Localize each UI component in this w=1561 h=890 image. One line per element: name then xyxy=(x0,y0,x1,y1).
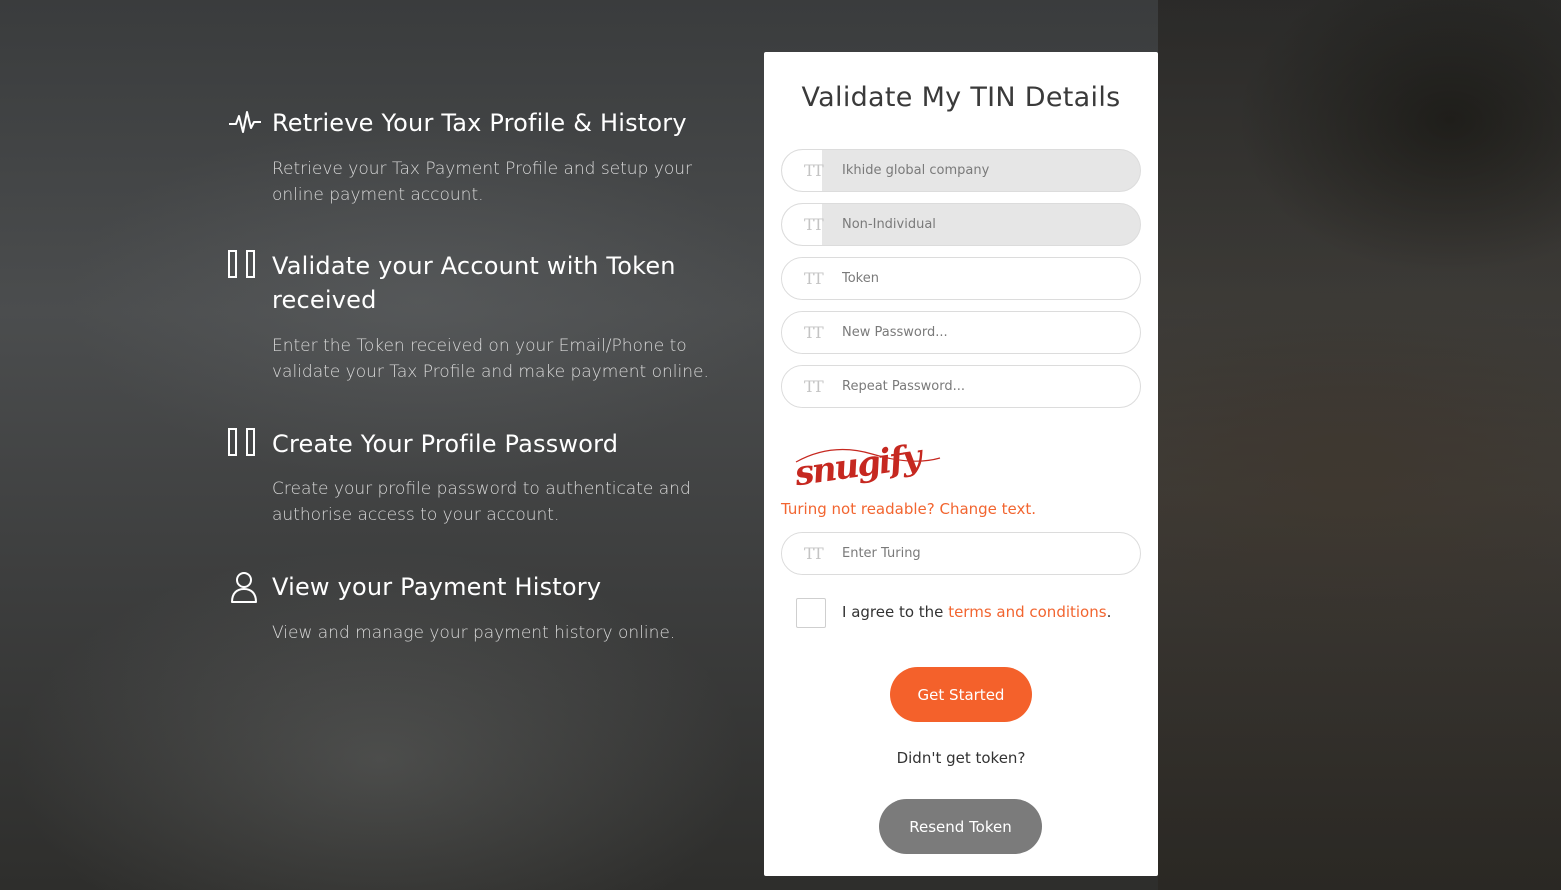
terms-prefix: I agree to the xyxy=(842,603,949,621)
missing-glyph-icon xyxy=(228,428,264,464)
text-format-icon: TT xyxy=(804,161,824,180)
feature-title: Retrieve Your Tax Profile & History xyxy=(272,109,687,137)
get-started-button[interactable]: Get Started xyxy=(890,667,1032,722)
pulse-icon xyxy=(228,108,264,144)
feature-description: Create your profile password to authenti… xyxy=(272,479,691,525)
token-input[interactable] xyxy=(842,258,1132,299)
taxpayer-type-field: TT xyxy=(781,203,1141,246)
repeat-password-input[interactable] xyxy=(842,366,1132,407)
missing-glyph-icon xyxy=(228,250,264,286)
background-shore xyxy=(1158,0,1561,890)
validate-tin-form: Validate My TIN Details TT TT TT TT TT s… xyxy=(764,52,1158,876)
company-name-input[interactable] xyxy=(842,150,1132,191)
terms-agreement: I agree to the terms and conditions. xyxy=(796,598,1146,628)
captcha-image: snugify xyxy=(791,432,942,494)
resend-token-button[interactable]: Resend Token xyxy=(879,799,1042,854)
feature-title: Create Your Profile Password xyxy=(272,430,619,458)
taxpayer-type-input[interactable] xyxy=(842,204,1132,245)
captcha-text: snugify xyxy=(792,437,926,492)
form-title: Validate My TIN Details xyxy=(801,82,1121,113)
terms-link[interactable]: terms and conditions xyxy=(948,603,1106,621)
user-icon xyxy=(228,570,264,606)
turing-field: TT xyxy=(781,532,1141,575)
new-password-field: TT xyxy=(781,311,1141,354)
new-password-input[interactable] xyxy=(842,312,1132,353)
feature-title: View your Payment History xyxy=(272,573,602,601)
change-captcha-link[interactable]: Turing not readable? Change text. xyxy=(781,500,1036,518)
feature-description: Retrieve your Tax Payment Profile and se… xyxy=(272,159,693,205)
text-format-icon: TT xyxy=(804,323,824,342)
company-name-field: TT xyxy=(781,149,1141,192)
no-token-text: Didn't get token? xyxy=(896,749,1026,767)
text-format-icon: TT xyxy=(804,377,824,396)
token-field: TT xyxy=(781,257,1141,300)
text-format-icon: TT xyxy=(804,544,824,563)
feature-title: Validate your Account with Token receive… xyxy=(272,252,676,314)
terms-checkbox[interactable] xyxy=(796,598,826,628)
feature-description: Enter the Token received on your Email/P… xyxy=(272,336,709,382)
text-format-icon: TT xyxy=(804,269,824,288)
repeat-password-field: TT xyxy=(781,365,1141,408)
turing-input[interactable] xyxy=(842,533,1132,574)
feature-description: View and manage your payment history onl… xyxy=(272,623,676,643)
text-format-icon: TT xyxy=(804,215,824,234)
terms-label: I agree to the terms and conditions. xyxy=(842,603,1111,621)
terms-suffix: . xyxy=(1106,603,1112,621)
